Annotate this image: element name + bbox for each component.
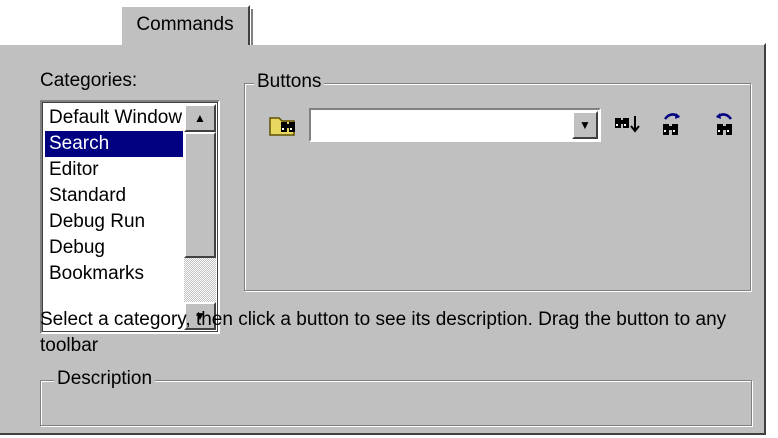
buttons-group-title: Buttons — [254, 71, 325, 93]
find-previous-icon[interactable] — [656, 110, 688, 140]
scroll-up-button[interactable]: ▲ — [184, 104, 216, 132]
tab-commands[interactable]: Commands — [120, 5, 253, 45]
category-item-standard[interactable]: Standard — [45, 183, 183, 209]
arrow-up-icon: ▲ — [194, 111, 206, 125]
combo-dropdown-button[interactable]: ▼ — [572, 111, 598, 139]
find-next-icon[interactable] — [612, 110, 644, 140]
find-in-files-icon[interactable] — [268, 110, 300, 140]
category-item-search[interactable]: Search — [45, 131, 183, 157]
categories-scrollbar[interactable]: ▲ ▼ — [184, 104, 216, 330]
category-item-default-window[interactable]: Default Window — [45, 105, 183, 131]
tab-label: Commands — [136, 14, 234, 35]
find-combo[interactable]: ▼ — [309, 108, 601, 142]
chevron-down-icon: ▼ — [579, 118, 591, 132]
find-replace-icon[interactable] — [708, 110, 740, 140]
category-item-debug-run[interactable]: Debug Run — [45, 209, 183, 235]
category-item-bookmarks[interactable]: Bookmarks — [45, 261, 183, 287]
scroll-thumb[interactable] — [184, 132, 216, 258]
category-item-debug[interactable]: Debug — [45, 235, 183, 261]
description-group-title: Description — [54, 368, 156, 390]
category-item-editor[interactable]: Editor — [45, 157, 183, 183]
categories-label: Categories: — [40, 70, 138, 91]
instruction-text: Select a category, then click a button t… — [40, 309, 727, 356]
categories-listbox[interactable]: Default Window Search Editor Standard De… — [40, 100, 220, 334]
